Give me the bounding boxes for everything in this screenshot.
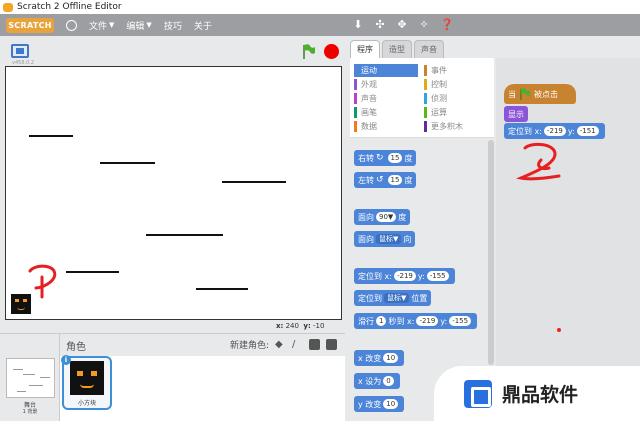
category-label: 侦测	[431, 94, 447, 103]
palette-scrollbar[interactable]	[488, 140, 494, 365]
new-sprite-label: 新建角色:	[229, 341, 269, 351]
goto-xy-script-block[interactable]: 定位到 x: -219 y: -151	[504, 123, 605, 139]
category-7[interactable]: 运算	[424, 106, 488, 119]
tab-sounds[interactable]: 声音	[414, 40, 444, 58]
stage-header: v458.0.2	[0, 36, 345, 66]
category-9[interactable]: 更多积木	[424, 120, 488, 133]
stop-button[interactable]	[324, 44, 339, 59]
point-toward-block[interactable]: 面向 鼠标▼ 向	[354, 231, 416, 247]
category-1[interactable]: 事件	[424, 64, 488, 77]
help-icon[interactable]: ❓	[440, 18, 454, 31]
maze-line	[146, 234, 223, 236]
category-list: 运动 事件外观 控制声音 侦测画笔 运算数据 更多积木	[350, 58, 494, 138]
category-color-swatch	[424, 107, 427, 118]
category-color-swatch	[354, 65, 357, 76]
red-dot	[557, 328, 561, 332]
turn-right-block[interactable]: 右转 ↻ 15 度	[354, 150, 417, 166]
menu-tips[interactable]: 技巧	[164, 19, 182, 32]
change-y-block[interactable]: y 改变 10	[354, 396, 405, 412]
category-5[interactable]: 侦测	[424, 92, 488, 105]
shrink-icon[interactable]: ✧	[418, 18, 430, 31]
camera-icon[interactable]	[326, 339, 337, 350]
category-color-swatch	[354, 93, 357, 104]
category-label: 运动	[361, 66, 377, 75]
category-color-swatch	[424, 65, 427, 76]
app-icon	[3, 2, 13, 12]
stage-column: 舞台 1 背景	[0, 334, 60, 421]
stage-canvas[interactable]	[5, 66, 342, 320]
sprites-header: 角色 新建角色: ◆ /	[60, 334, 345, 356]
tab-costumes[interactable]: 造型	[382, 40, 412, 58]
watermark-text: 鼎品软件	[502, 384, 579, 406]
category-color-swatch	[424, 93, 427, 104]
sprite-library-icon[interactable]: ◆	[275, 339, 286, 350]
category-color-swatch	[354, 121, 357, 132]
point-direction-block[interactable]: 面向 90▼ 度	[354, 209, 411, 225]
category-label: 数据	[361, 122, 377, 131]
category-label: 声音	[361, 94, 377, 103]
category-label: 画笔	[361, 108, 377, 117]
change-x-block[interactable]: x 改变 10	[354, 350, 405, 366]
category-color-swatch	[424, 121, 427, 132]
menu-about[interactable]: 关于	[194, 19, 212, 32]
fullscreen-button[interactable]	[11, 44, 29, 58]
upload-icon[interactable]	[309, 339, 320, 350]
category-label: 事件	[431, 66, 447, 75]
language-globe-icon[interactable]	[66, 19, 77, 31]
grow-icon[interactable]: ✥	[396, 18, 408, 31]
category-color-swatch	[424, 79, 427, 90]
new-sprite-toolbar: 新建角色: ◆ /	[230, 338, 337, 351]
paint-brush-icon[interactable]: /	[292, 339, 303, 350]
info-icon[interactable]: i	[61, 355, 71, 365]
watermark-logo-icon	[464, 379, 492, 408]
sprite-on-stage[interactable]	[11, 294, 31, 314]
glide-block[interactable]: 滑行 1 秒到 x: -219 y: -155	[354, 313, 478, 329]
category-label: 外观	[361, 80, 377, 89]
toolbar: ⬇ ✣ ✥ ✧ ❓	[352, 18, 454, 31]
scratch-logo[interactable]: SCRATCH	[6, 17, 54, 33]
category-2[interactable]: 外观	[354, 78, 418, 91]
menu-bar: SCRATCH 文件 ▼ 编辑 ▼ 技巧 关于 ⬇ ✣ ✥ ✧ ❓	[0, 14, 640, 36]
title-bar: Scratch 2 Offline Editor	[0, 0, 640, 14]
category-label: 更多积木	[431, 122, 463, 131]
window-title: Scratch 2 Offline Editor	[17, 2, 122, 12]
category-0[interactable]: 运动	[354, 64, 418, 77]
backdrop-count: 1 背景	[22, 409, 38, 415]
set-x-block[interactable]: x 设为 0	[354, 373, 400, 389]
turn-left-block[interactable]: 左转 ↺ 15 度	[354, 172, 417, 188]
green-flag-icon[interactable]	[302, 44, 316, 59]
stamp-icon[interactable]: ⬇	[352, 18, 364, 31]
category-8[interactable]: 数据	[354, 120, 418, 133]
category-6[interactable]: 画笔	[354, 106, 418, 119]
stage-thumbnail[interactable]	[6, 358, 55, 398]
sprite-name: 小方块	[77, 400, 96, 407]
sprite-costume-image	[70, 361, 104, 395]
maze-line	[196, 288, 248, 290]
when-flag-clicked-block[interactable]: 当 被点击	[504, 84, 576, 104]
sprite-thumbnail[interactable]: i 小方块	[61, 355, 112, 410]
category-3[interactable]: 控制	[424, 78, 488, 91]
show-block[interactable]: 显示	[504, 106, 528, 122]
maze-line	[222, 181, 286, 183]
maze-line	[29, 135, 73, 137]
mouse-coordinates: x: 240 y: -10	[276, 322, 325, 330]
category-color-swatch	[354, 107, 357, 118]
maze-line	[66, 271, 119, 273]
maze-line	[100, 162, 155, 164]
tab-scripts[interactable]: 程序	[350, 40, 380, 58]
category-label: 控制	[431, 80, 447, 89]
editor-tabs: 程序 造型 声音	[350, 40, 446, 58]
menu-file[interactable]: 文件 ▼	[89, 19, 114, 32]
sprites-pane: 舞台 1 背景 角色 新建角色: ◆ / i 小方块	[0, 333, 345, 421]
watermark: 鼎品软件	[434, 366, 640, 421]
category-color-swatch	[354, 79, 357, 90]
cut-icon[interactable]: ✣	[374, 18, 386, 31]
category-4[interactable]: 声音	[354, 92, 418, 105]
sprites-title: 角色	[66, 341, 86, 353]
category-label: 运算	[431, 108, 447, 117]
goto-xy-block[interactable]: 定位到 x: -219 y: -155	[354, 268, 455, 284]
menu-edit[interactable]: 编辑 ▼	[126, 19, 151, 32]
goto-target-block[interactable]: 定位到 鼠标▼ 位置	[354, 290, 432, 306]
green-flag-icon	[520, 88, 530, 100]
